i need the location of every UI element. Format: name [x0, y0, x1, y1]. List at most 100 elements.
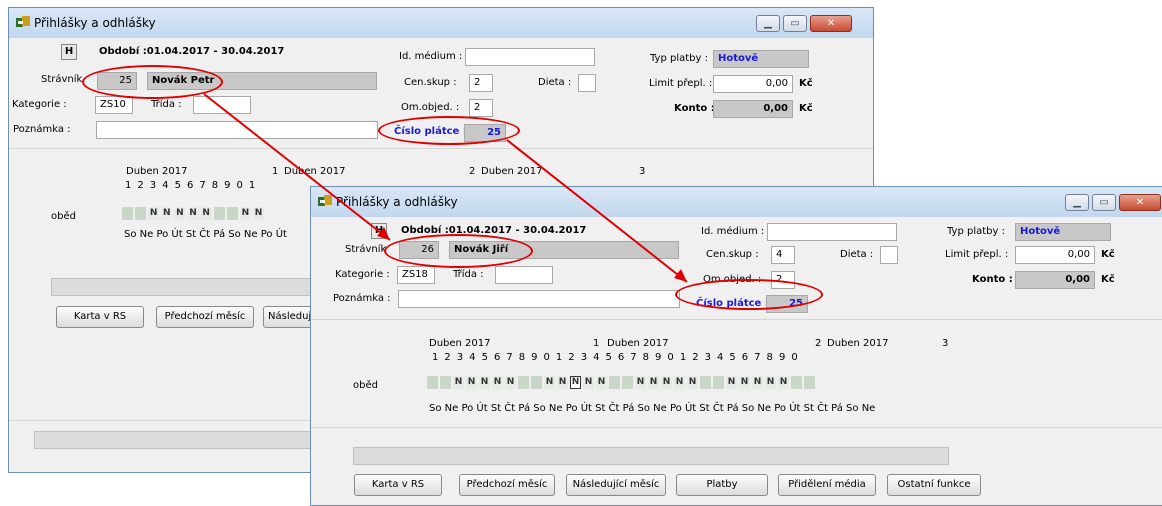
meal-cell[interactable]: N	[661, 376, 672, 389]
weekday-row: So Ne Po Út St Čt Pá So Ne Po Út	[124, 229, 287, 240]
next-month-button[interactable]: Následující měsíc	[566, 474, 666, 496]
id-medium-label: Id. médium :	[701, 226, 765, 237]
app-icon	[318, 195, 332, 206]
meal-cell[interactable]	[700, 376, 711, 389]
platby-button[interactable]: Platby	[676, 474, 768, 496]
meal-cell[interactable]	[531, 376, 542, 389]
close-button[interactable]: ✕	[1119, 194, 1161, 211]
meal-cell[interactable]	[135, 207, 147, 220]
close-button[interactable]: ✕	[810, 15, 852, 32]
cen-skup-field[interactable]: 4	[771, 246, 795, 264]
limit-field[interactable]: 0,00	[713, 75, 793, 93]
typ-platby-field[interactable]: Hotově	[713, 50, 809, 68]
typ-platby-field[interactable]: Hotově	[1015, 223, 1111, 241]
bottom-bar	[34, 431, 324, 449]
day-number: 6	[493, 352, 501, 363]
meal-cell[interactable]: N	[479, 376, 490, 389]
meal-cell[interactable]	[518, 376, 529, 389]
meal-cell[interactable]: N	[687, 376, 698, 389]
meal-cell[interactable]: N	[161, 207, 173, 220]
meal-cell[interactable]: N	[174, 207, 186, 220]
id-medium-label: Id. médium :	[399, 51, 463, 62]
meal-cell[interactable]: N	[505, 376, 516, 389]
meal-cell[interactable]	[622, 376, 633, 389]
meal-cell[interactable]: N	[635, 376, 646, 389]
konto-field[interactable]: 0,00	[1015, 271, 1095, 289]
meal-cell[interactable]	[791, 376, 802, 389]
id-medium-field[interactable]	[465, 48, 595, 66]
karta-button[interactable]: Karta v RS	[354, 474, 442, 496]
ostatni-funkce-button[interactable]: Ostatní funkce	[887, 474, 981, 496]
dieta-field[interactable]	[880, 246, 898, 264]
meal-cell[interactable]	[440, 376, 451, 389]
day-number: 6	[741, 352, 749, 363]
kategorie-field[interactable]: ZS18	[397, 266, 435, 284]
day-number: 8	[642, 352, 650, 363]
day-number: 7	[630, 352, 637, 363]
previous-month-button[interactable]: Předchozí měsíc	[459, 474, 555, 496]
konto-field[interactable]: 0,00	[713, 100, 793, 118]
meal-cell[interactable]: N	[648, 376, 659, 389]
trida-field[interactable]	[193, 96, 251, 114]
day-number: 9	[531, 352, 538, 363]
cen-skup-field[interactable]: 2	[469, 74, 493, 92]
maximize-button[interactable]: ▭	[1092, 194, 1116, 211]
calendar-day-digit: 1	[272, 166, 279, 177]
meal-cell[interactable]: N	[778, 376, 789, 389]
meal-cell[interactable]: N	[187, 207, 199, 220]
id-medium-field[interactable]	[767, 223, 897, 241]
kategorie-label: Kategorie :	[335, 269, 390, 280]
meal-cell[interactable]: N	[148, 207, 160, 220]
limit-field[interactable]: 0,00	[1015, 246, 1095, 264]
day-number: 3	[580, 352, 588, 363]
om-objed-field[interactable]: 2	[469, 99, 493, 117]
obed-label: oběd	[353, 380, 378, 391]
meal-cell[interactable]	[122, 207, 133, 220]
konto-label: Konto :	[674, 103, 715, 114]
karta-button[interactable]: Karta v RS	[56, 306, 144, 328]
poznamka-field[interactable]	[398, 290, 680, 308]
meal-cell[interactable]: N	[674, 376, 685, 389]
maximize-button[interactable]: ▭	[783, 15, 807, 32]
meal-cell[interactable]	[609, 376, 620, 389]
meal-cell[interactable]: N	[492, 376, 503, 389]
minimize-button[interactable]: ▁	[1065, 194, 1089, 211]
window-title: Přihlášky a odhlášky	[34, 16, 156, 30]
day-number: 7	[199, 180, 206, 191]
meal-cell[interactable]: N	[583, 376, 594, 389]
trida-field[interactable]	[495, 266, 553, 284]
day-number: 0	[236, 180, 243, 191]
prideleni-media-button[interactable]: Přidělení média	[778, 474, 876, 496]
previous-month-button[interactable]: Předchozí měsíc	[156, 306, 254, 328]
poznamka-field[interactable]	[96, 121, 378, 139]
calendar-month-1: Duben 2017	[126, 166, 188, 177]
meal-cell[interactable]	[226, 207, 238, 220]
meal-cell[interactable]: N	[466, 376, 477, 389]
meal-cell[interactable]: N	[453, 376, 464, 389]
meal-cell[interactable]	[713, 376, 724, 389]
minimize-button[interactable]: ▁	[756, 15, 780, 32]
meal-cell[interactable]: N	[765, 376, 776, 389]
dieta-field[interactable]	[578, 74, 596, 92]
meal-cell[interactable]: N	[253, 207, 264, 220]
meal-cell[interactable]	[213, 207, 225, 220]
kategorie-field[interactable]: ZS10	[95, 96, 133, 114]
meal-cell[interactable]	[804, 376, 815, 389]
day-number: 8	[211, 180, 219, 191]
limit-currency: Kč	[799, 78, 813, 89]
meal-cell[interactable]	[427, 376, 438, 389]
meal-cell[interactable]: N	[726, 376, 737, 389]
meal-cell[interactable]: N	[544, 376, 555, 389]
meal-cell[interactable]: N	[596, 376, 607, 389]
meal-cell[interactable]: N	[239, 207, 251, 220]
meal-cell[interactable]: N	[570, 376, 581, 389]
meal-cell[interactable]: N	[200, 207, 212, 220]
day-number: 5	[605, 352, 612, 363]
meal-cell[interactable]: N	[752, 376, 763, 389]
meal-cell[interactable]: N	[739, 376, 750, 389]
h-button[interactable]: H	[371, 223, 387, 239]
meal-cell[interactable]: N	[557, 376, 568, 389]
h-button[interactable]: H	[61, 44, 77, 60]
dieta-label: Dieta :	[538, 77, 572, 88]
highlight-ellipse	[675, 279, 823, 310]
